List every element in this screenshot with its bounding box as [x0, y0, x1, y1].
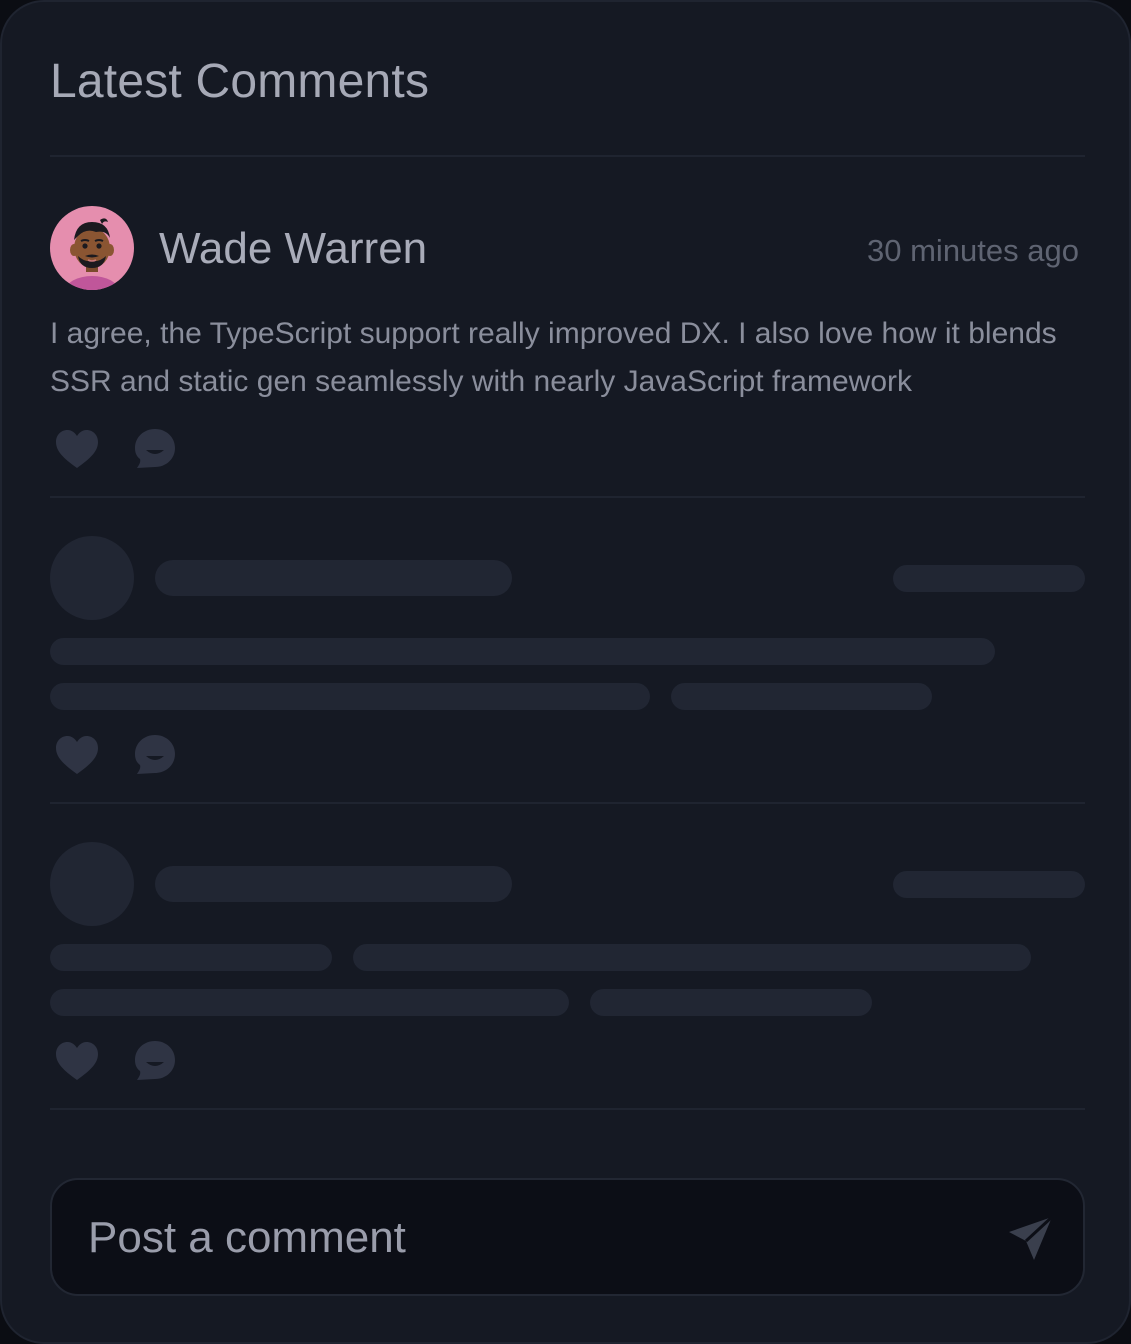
heart-icon[interactable] — [53, 425, 101, 473]
text-skeleton-line — [353, 944, 1031, 971]
text-skeleton-line — [50, 638, 995, 665]
text-skeleton-line — [590, 989, 872, 1016]
text-skeleton-line — [50, 683, 650, 710]
text-skeleton-line — [671, 683, 932, 710]
comment-text: I agree, the TypeScript support really i… — [50, 317, 1057, 398]
avatar-skeleton — [50, 536, 134, 620]
comment-input[interactable] — [86, 1180, 970, 1296]
avatar-skeleton — [50, 842, 134, 926]
heart-icon[interactable] — [53, 1037, 101, 1085]
time-skeleton — [893, 565, 1085, 592]
chat-bubble-icon[interactable] — [131, 731, 179, 779]
comment-author[interactable]: Wade Warren — [159, 224, 427, 274]
chat-bubble-icon[interactable] — [131, 1037, 179, 1085]
card-title: Latest Comments — [50, 55, 430, 108]
header-divider — [50, 155, 1085, 157]
text-skeleton-line — [50, 989, 569, 1016]
comment-divider — [50, 1108, 1085, 1110]
comment-divider — [50, 802, 1085, 804]
comments-card: Latest Comments Wade Warren 30 minutes a… — [0, 0, 1131, 1344]
time-skeleton — [893, 871, 1085, 898]
comment-composer — [50, 1178, 1085, 1296]
avatar[interactable] — [50, 206, 134, 290]
chat-bubble-icon[interactable] — [131, 425, 179, 473]
comment-divider — [50, 496, 1085, 498]
comment-time: 30 minutes ago — [867, 233, 1079, 268]
author-skeleton — [155, 866, 512, 902]
text-skeleton-line — [50, 944, 332, 971]
author-skeleton — [155, 560, 512, 596]
send-icon[interactable] — [1006, 1214, 1056, 1264]
heart-icon[interactable] — [53, 731, 101, 779]
